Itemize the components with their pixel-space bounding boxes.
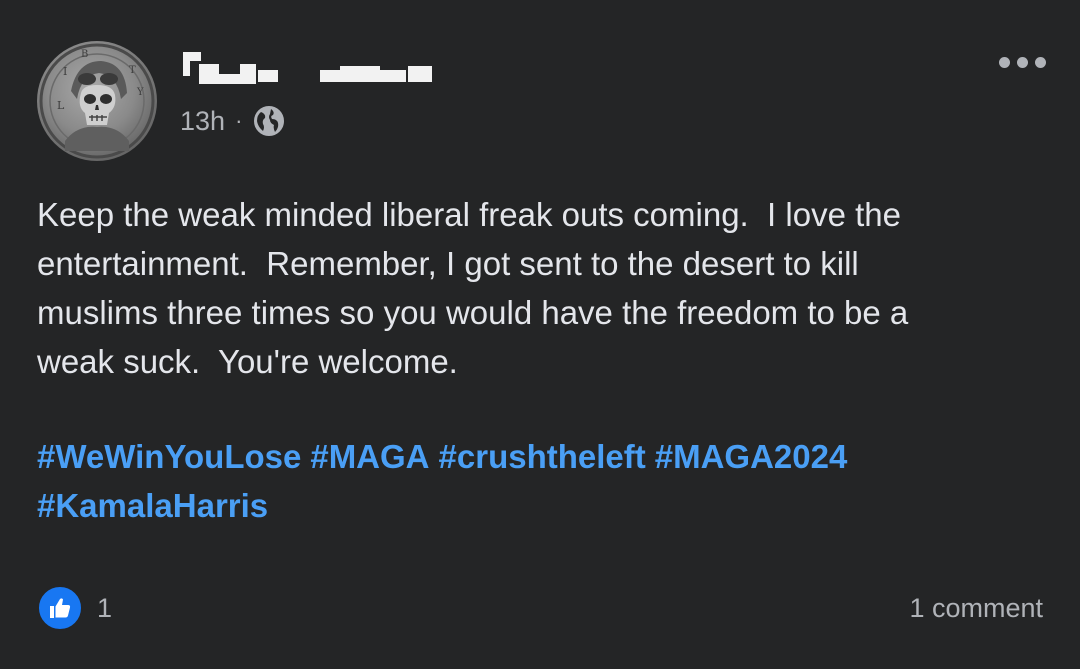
post-card: L I B T Y 13h · Keep the weak minded lib… xyxy=(0,0,1080,669)
svg-text:I: I xyxy=(63,65,67,78)
svg-text:B: B xyxy=(81,49,88,60)
post-meta: 13h · xyxy=(180,104,286,138)
reactions-summary[interactable]: 1 xyxy=(37,585,112,631)
svg-text:Y: Y xyxy=(136,87,144,98)
post-footer: 1 1 comment xyxy=(37,585,1043,631)
like-icon xyxy=(37,585,83,631)
hashtag-link[interactable]: #MAGA xyxy=(310,438,429,475)
author-avatar[interactable]: L I B T Y xyxy=(37,41,157,161)
post-timestamp[interactable]: 13h xyxy=(180,106,225,137)
post-body-text: Keep the weak minded liberal freak outs … xyxy=(37,196,909,380)
hashtag-link[interactable]: #KamalaHarris xyxy=(37,487,268,524)
meta-separator: · xyxy=(235,108,243,133)
hashtag-link[interactable]: #WeWinYouLose xyxy=(37,438,301,475)
reaction-count: 1 xyxy=(97,592,113,623)
globe-icon[interactable] xyxy=(252,104,286,138)
more-options-icon[interactable] xyxy=(999,57,1046,68)
skull-aviator-coin-avatar: L I B T Y xyxy=(39,43,155,159)
hashtag-list: #WeWinYouLose #MAGA #crushtheleft #MAGA2024… xyxy=(37,432,1047,530)
svg-text:T: T xyxy=(129,65,136,76)
svg-text:L: L xyxy=(57,99,65,112)
comment-count-link[interactable]: 1 comment xyxy=(909,593,1043,624)
hashtag-link[interactable]: #MAGA2024 xyxy=(655,438,848,475)
hashtag-link[interactable]: #crushtheleft xyxy=(439,438,646,475)
